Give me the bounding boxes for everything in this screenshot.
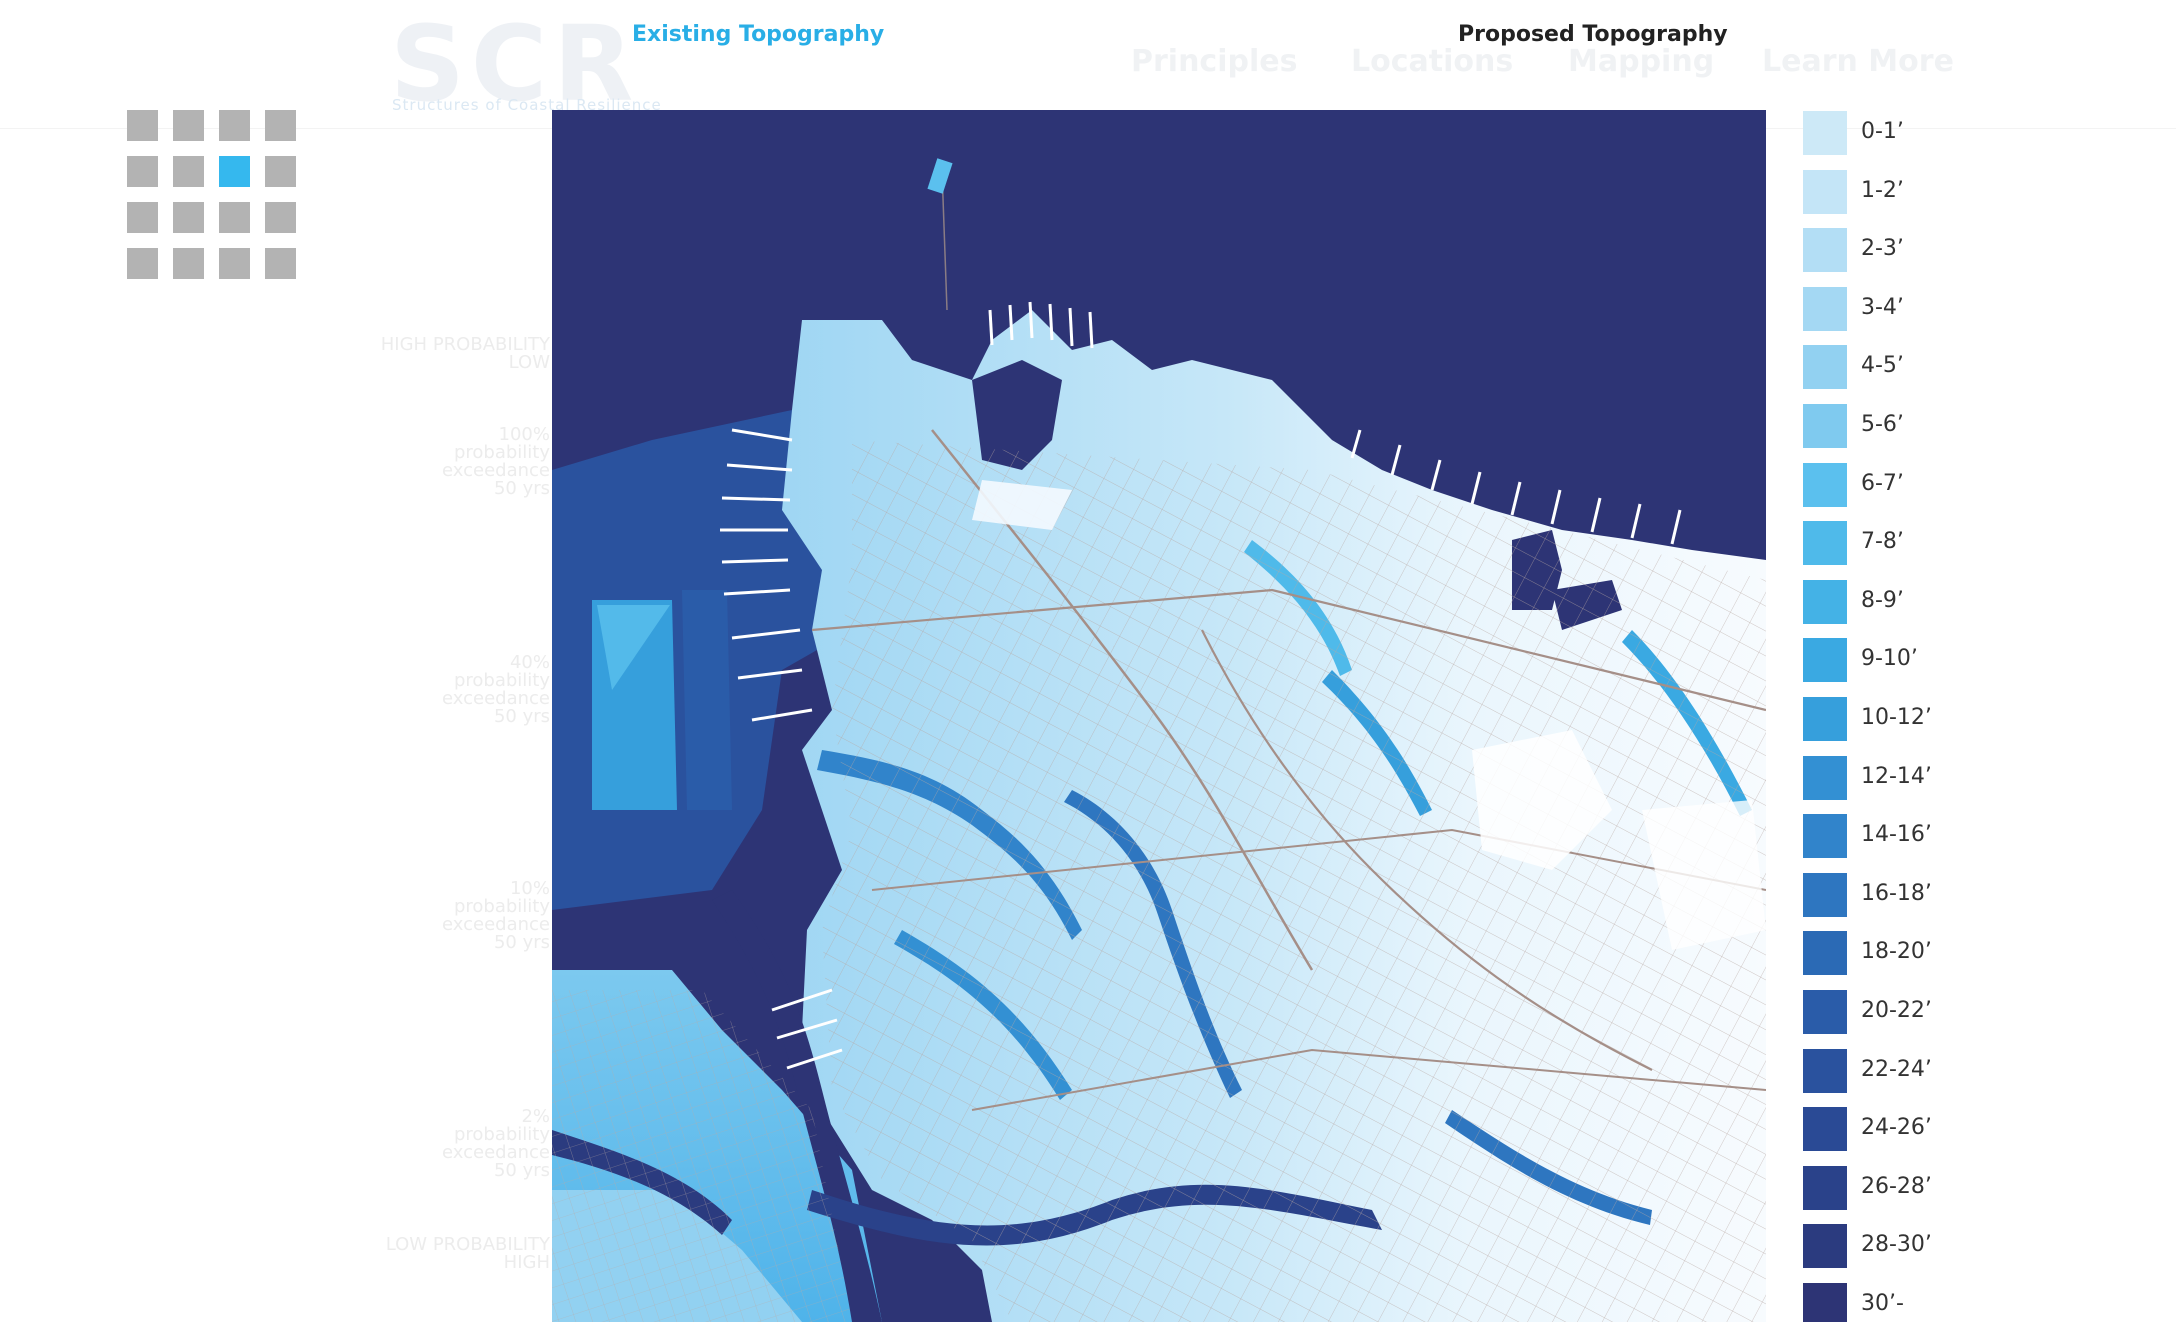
- topography-map[interactable]: [552, 110, 1766, 1322]
- legend-label: 12-14’: [1861, 764, 1932, 789]
- legend-label: 20-22’: [1861, 998, 1932, 1023]
- scale-label-40: 40% probability exceedance 50 yrs: [442, 652, 550, 727]
- nav-mapping[interactable]: Mapping: [1568, 44, 1714, 79]
- legend-label: 5-6’: [1861, 412, 1904, 437]
- legend-label: 7-8’: [1861, 529, 1904, 554]
- grid-cell-r1-c2[interactable]: [173, 110, 204, 141]
- legend-label: 9-10’: [1861, 646, 1918, 671]
- legend-swatch: [1803, 463, 1847, 507]
- legend-swatch: [1803, 170, 1847, 214]
- legend-swatch: [1803, 1166, 1847, 1210]
- legend-label: 6-7’: [1861, 471, 1904, 496]
- grid-cell-r2-c1[interactable]: [127, 156, 158, 187]
- legend-label: 3-4’: [1861, 295, 1904, 320]
- legend-swatch: [1803, 228, 1847, 272]
- legend-swatch: [1803, 580, 1847, 624]
- grid-cell-r4-c1[interactable]: [127, 248, 158, 279]
- west-channel: [682, 590, 732, 810]
- legend-swatch: [1803, 1049, 1847, 1093]
- nav-locations[interactable]: Locations: [1351, 44, 1513, 79]
- grid-cell-r2-c4[interactable]: [265, 156, 296, 187]
- legend-swatch: [1803, 990, 1847, 1034]
- legend-label: 8-9’: [1861, 588, 1904, 613]
- legend-label: 30’-: [1861, 1291, 1904, 1316]
- legend-swatch: [1803, 521, 1847, 565]
- legend-swatch: [1803, 1224, 1847, 1268]
- legend-swatch: [1803, 814, 1847, 858]
- grid-cell-r2-c2[interactable]: [173, 156, 204, 187]
- legend-label: 28-30’: [1861, 1232, 1932, 1257]
- scale-label-10: 10% probability exceedance 50 yrs: [442, 878, 550, 953]
- legend-label: 26-28’: [1861, 1174, 1932, 1199]
- scale-label-low: LOW PROBABILITY HIGH: [385, 1234, 550, 1273]
- grid-cell-r1-c1[interactable]: [127, 110, 158, 141]
- grid-cell-r4-c3[interactable]: [219, 248, 250, 279]
- topography-map-image: [552, 110, 1766, 1322]
- legend-swatch: [1803, 638, 1847, 682]
- legend-label: 14-16’: [1861, 822, 1932, 847]
- legend-label: 1-2’: [1861, 178, 1904, 203]
- legend-swatch: [1803, 345, 1847, 389]
- legend-label: 24-26’: [1861, 1115, 1932, 1140]
- grid-cell-r4-c2[interactable]: [173, 248, 204, 279]
- grid-cell-r3-c4[interactable]: [265, 202, 296, 233]
- grid-cell-r3-c1[interactable]: [127, 202, 158, 233]
- grid-cell-r3-c3[interactable]: [219, 202, 250, 233]
- legend-swatch: [1803, 756, 1847, 800]
- legend-swatch: [1803, 111, 1847, 155]
- legend-label: 16-18’: [1861, 881, 1932, 906]
- legend-label: 10-12’: [1861, 705, 1932, 730]
- legend-swatch: [1803, 1283, 1847, 1322]
- legend-label: 2-3’: [1861, 236, 1904, 261]
- scale-label-2: 2% probability exceedance 50 yrs: [442, 1106, 550, 1181]
- scale-label-100: 100% probability exceedance 50 yrs: [442, 424, 550, 499]
- legend-label: 22-24’: [1861, 1057, 1932, 1082]
- tab-proposed-topography[interactable]: Proposed Topography: [1458, 22, 1728, 47]
- grid-cell-r3-c2[interactable]: [173, 202, 204, 233]
- grid-cell-r1-c3[interactable]: [219, 110, 250, 141]
- tab-existing-topography[interactable]: Existing Topography: [632, 22, 884, 47]
- legend-swatch: [1803, 404, 1847, 448]
- grid-cell-r4-c4[interactable]: [265, 248, 296, 279]
- grid-cell-r2-c3[interactable]: [219, 156, 250, 187]
- legend-label: 18-20’: [1861, 939, 1932, 964]
- legend-swatch: [1803, 287, 1847, 331]
- legend-swatch: [1803, 697, 1847, 741]
- grid-cell-r1-c4[interactable]: [265, 110, 296, 141]
- legend-label: 0-1’: [1861, 119, 1904, 144]
- legend-swatch: [1803, 873, 1847, 917]
- legend-swatch: [1803, 1107, 1847, 1151]
- topography-viewer: SCR Structures of Coastal Resilience Pri…: [0, 0, 2176, 1322]
- legend-swatch: [1803, 931, 1847, 975]
- nav-learn-more[interactable]: Learn More: [1762, 44, 1954, 79]
- nav-principles[interactable]: Principles: [1131, 44, 1297, 79]
- scale-label-high: HIGH PROBABILITY LOW: [380, 334, 550, 373]
- legend-label: 4-5’: [1861, 353, 1904, 378]
